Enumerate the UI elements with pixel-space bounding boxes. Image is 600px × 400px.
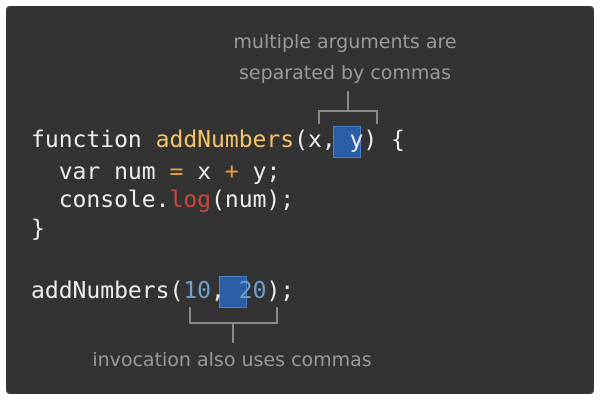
call-close: ); — [266, 278, 295, 304]
top-bracket — [318, 91, 378, 124]
var-decl: var num — [31, 159, 170, 185]
plus-operator: + — [224, 159, 239, 185]
log-method: log — [169, 187, 212, 213]
assign-operator: = — [169, 159, 184, 185]
param-open: (x — [294, 127, 322, 153]
bottom-bracket — [189, 307, 278, 343]
param-comma: , — [321, 127, 336, 153]
arg-10: 10 — [183, 278, 212, 304]
arg-comma: , — [211, 278, 225, 304]
param-rest: y) { — [335, 127, 405, 153]
function-name: addNumbers — [155, 127, 295, 153]
call-open: addNumbers( — [31, 278, 184, 304]
code-line-console: console.log(num); — [31, 186, 294, 215]
code-line-invocation: addNumbers(10, 20); — [31, 277, 294, 306]
log-args: (num); — [211, 187, 295, 213]
code-line-close-brace: } — [31, 216, 45, 242]
operand-y: y; — [238, 159, 281, 185]
bottom-annotation: invocation also uses commas — [92, 349, 372, 371]
console-object: console. — [31, 187, 170, 213]
keyword-function: function — [31, 127, 156, 153]
arg-20: 20 — [238, 278, 267, 304]
operand-x: x — [183, 159, 225, 185]
code-line-var: var num = x + y; — [31, 158, 281, 187]
arg-space — [225, 278, 239, 304]
code-line-function: function addNumbers(x, y) { — [31, 126, 405, 155]
